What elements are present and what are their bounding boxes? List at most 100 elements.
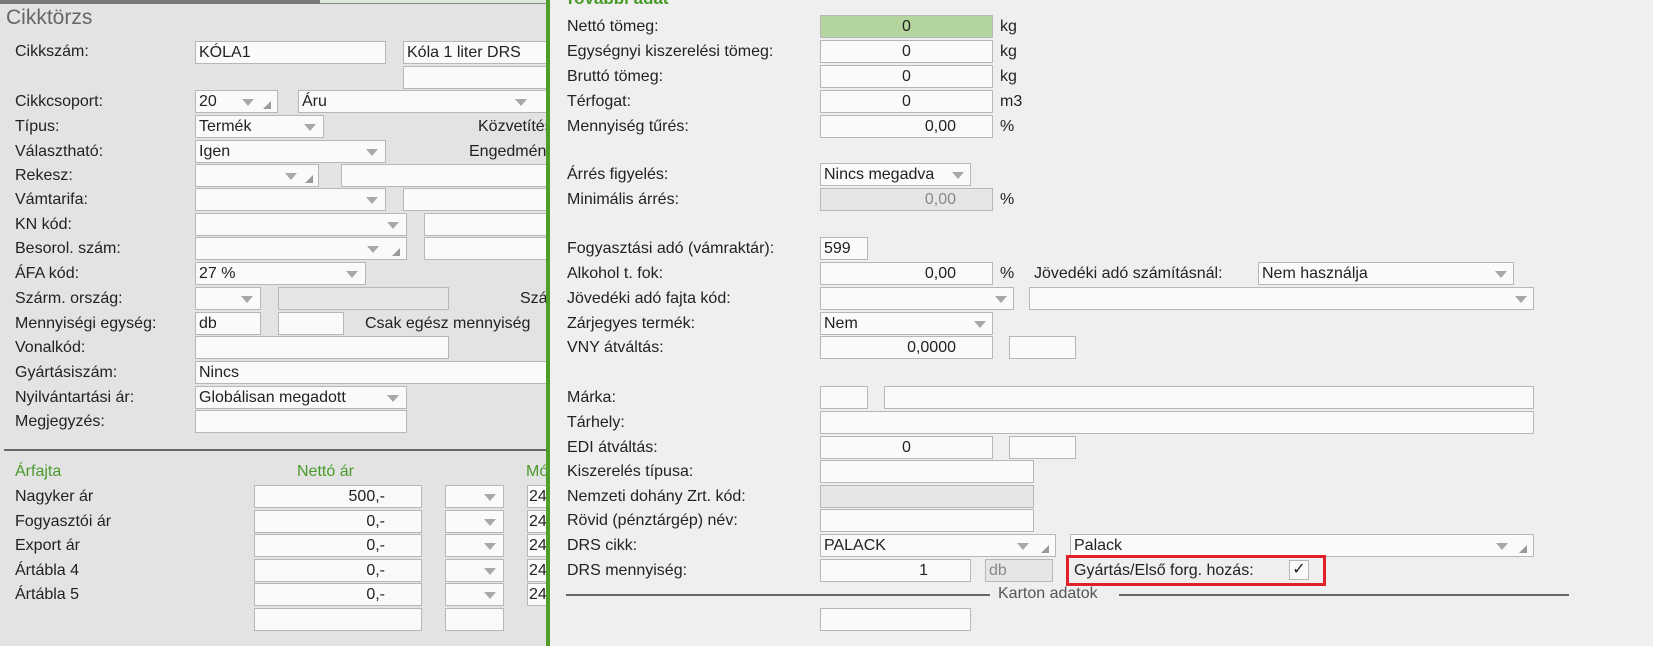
chevron-down-icon bbox=[366, 149, 378, 156]
jovedeki-szamitas-combo[interactable]: Nem használja bbox=[1258, 262, 1514, 285]
price-row-netto-input[interactable]: 500,- bbox=[254, 485, 422, 508]
zarjegyes-value: Nem bbox=[824, 315, 858, 332]
chevron-down-icon bbox=[242, 99, 254, 106]
minimalis-arres-unit: % bbox=[1000, 191, 1015, 208]
tarhely-input[interactable] bbox=[820, 411, 1534, 434]
mennyiseg-tures-input[interactable]: 0,00 bbox=[820, 115, 993, 138]
vny-label: VNY átváltás: bbox=[567, 339, 664, 356]
price-row-extra-input[interactable]: 24 bbox=[527, 485, 548, 508]
name-input[interactable]: Kóla 1 liter DRS bbox=[403, 41, 548, 64]
price-row-netto-input[interactable]: 0,- bbox=[254, 509, 422, 533]
gyartasiszam-label: Gyártásiszám: bbox=[15, 364, 118, 381]
marka-code-input[interactable] bbox=[820, 386, 868, 409]
vonalkod-label: Vonalkód: bbox=[15, 339, 86, 356]
separator bbox=[4, 449, 548, 451]
jovedeki-fajta-name-combo[interactable] bbox=[1029, 287, 1534, 310]
name2-input[interactable] bbox=[403, 66, 548, 89]
cikkcsoport-code-combo[interactable]: 20 bbox=[195, 90, 278, 113]
chevron-down-icon bbox=[285, 173, 297, 180]
netto-tomeg-input[interactable]: 0 bbox=[820, 15, 993, 38]
kiszereles-tipusa-input[interactable] bbox=[820, 460, 1034, 483]
gyartas-elso-forg-checkbox[interactable]: ✓ bbox=[1289, 560, 1309, 580]
rekesz-name-input[interactable] bbox=[341, 164, 548, 187]
szarm-combo[interactable] bbox=[195, 287, 261, 310]
chevron-down-icon bbox=[387, 395, 399, 402]
gyartasiszam-combo[interactable]: Nincs bbox=[195, 361, 548, 384]
arres-figyeles-combo[interactable]: Nincs megadva bbox=[820, 163, 971, 186]
jovedeki-fajta-label: Jövedéki adó fajta kód: bbox=[567, 290, 731, 307]
price-row-extra-input[interactable]: 24 bbox=[527, 558, 548, 582]
rovid-nev-input[interactable] bbox=[820, 509, 1034, 532]
cikkcsoport-combo[interactable]: Áru bbox=[298, 90, 548, 113]
price-row-label: Ártábla 5 bbox=[15, 586, 80, 604]
vny2-input[interactable] bbox=[1009, 336, 1076, 359]
karton-input[interactable] bbox=[820, 608, 971, 631]
drs-mennyiseg-input[interactable]: 1 bbox=[820, 559, 971, 582]
vamtarifa-name-input[interactable] bbox=[403, 188, 548, 211]
vny-input[interactable]: 0,0000 bbox=[820, 336, 993, 359]
vonalkod-input[interactable] bbox=[195, 336, 449, 359]
megjegyzes-input[interactable] bbox=[195, 410, 407, 433]
alkohol-input[interactable]: 0,00 bbox=[820, 262, 993, 285]
price-row-label: Ártábla 4 bbox=[15, 561, 80, 579]
drs-cikk-name-combo[interactable]: Palack bbox=[1070, 534, 1534, 557]
minimalis-arres-input: 0,00 bbox=[820, 188, 993, 211]
nyilvantartasi-ar-combo[interactable]: Globálisan megadott bbox=[195, 386, 407, 409]
besorol-combo[interactable] bbox=[195, 237, 407, 260]
kozvetites-label: Közvetítés bbox=[478, 118, 548, 135]
chevron-down-icon bbox=[304, 124, 316, 131]
kn-kod-combo[interactable] bbox=[195, 213, 407, 236]
price-row-extra-input[interactable]: 24 bbox=[527, 583, 548, 607]
minimalis-arres-label: Minimális árrés: bbox=[567, 191, 680, 208]
afa-combo[interactable]: 27 % bbox=[195, 262, 366, 285]
szarm-name-input bbox=[278, 287, 449, 310]
price-row-currency-combo[interactable] bbox=[445, 509, 504, 533]
cikkszam-input[interactable]: KÓLA1 bbox=[195, 41, 386, 64]
chevron-down-icon bbox=[974, 321, 986, 328]
alkohol-label: Alkohol t. fok: bbox=[567, 265, 664, 282]
vamtarifa-label: Vámtarifa: bbox=[15, 191, 88, 208]
price-row-currency-combo[interactable] bbox=[445, 485, 504, 508]
price-row-extra-input[interactable]: 24 bbox=[527, 509, 548, 533]
tarhely-label: Tárhely: bbox=[567, 414, 625, 431]
nyilvantartasi-ar-label: Nyilvántartási ár: bbox=[15, 389, 135, 406]
drs-cikk-label: DRS cikk: bbox=[567, 537, 638, 554]
price-row-currency-combo[interactable] bbox=[445, 534, 504, 558]
price-row-currency-combo[interactable] bbox=[445, 583, 504, 607]
arfajta-header: Árfajta bbox=[15, 463, 62, 480]
edi2-input[interactable] bbox=[1009, 436, 1076, 459]
price-row-netto-input[interactable]: 0,- bbox=[254, 558, 422, 582]
drs-mennyiseg-label: DRS mennyiség: bbox=[567, 562, 688, 579]
rekesz-combo[interactable] bbox=[195, 164, 319, 187]
price-row-extra-input[interactable]: 24 bbox=[527, 534, 548, 558]
price-row-netto-input[interactable]: 0,- bbox=[254, 583, 422, 607]
fogyasztasi-ado-input[interactable]: 599 bbox=[820, 237, 868, 260]
karton-adatok-heading: Karton adatok bbox=[998, 585, 1098, 602]
price-row-currency-combo[interactable] bbox=[445, 608, 504, 631]
valaszthato-combo[interactable]: Igen bbox=[195, 140, 386, 163]
chevron-down-icon bbox=[484, 518, 496, 526]
resize-corner-icon bbox=[305, 175, 313, 183]
brutto-tomeg-input[interactable]: 0 bbox=[820, 65, 993, 88]
terfogat-input[interactable]: 0 bbox=[820, 90, 993, 113]
netto-tomeg-unit: kg bbox=[1000, 18, 1017, 35]
drs-cikk-combo[interactable]: PALACK bbox=[820, 534, 1056, 557]
tipus-combo[interactable]: Termék bbox=[195, 115, 324, 138]
zarjegyes-combo[interactable]: Nem bbox=[820, 312, 993, 335]
mennyisegi-egyseg2-input[interactable] bbox=[278, 312, 344, 335]
edi-input[interactable]: 0 bbox=[820, 436, 993, 459]
price-row-netto-input[interactable]: 0,- bbox=[254, 534, 422, 558]
mod-header: Mó bbox=[526, 463, 548, 480]
jovedeki-fajta-combo[interactable] bbox=[820, 287, 1014, 310]
marka-name-input[interactable] bbox=[884, 386, 1534, 409]
mennyisegi-egyseg-input[interactable]: db bbox=[195, 312, 261, 335]
afa-label: ÁFA kód: bbox=[15, 265, 80, 282]
vamtarifa-combo[interactable] bbox=[195, 188, 386, 211]
cikkcsoport-label: Cikkcsoport: bbox=[15, 93, 104, 110]
brutto-tomeg-unit: kg bbox=[1000, 68, 1017, 85]
egysegnyi-tomeg-input[interactable]: 0 bbox=[820, 40, 993, 63]
price-row-netto-input[interactable] bbox=[254, 608, 422, 631]
price-row-currency-combo[interactable] bbox=[445, 558, 504, 582]
besorol-name-input[interactable] bbox=[424, 237, 548, 260]
kn-kod-name-input[interactable] bbox=[424, 213, 548, 236]
